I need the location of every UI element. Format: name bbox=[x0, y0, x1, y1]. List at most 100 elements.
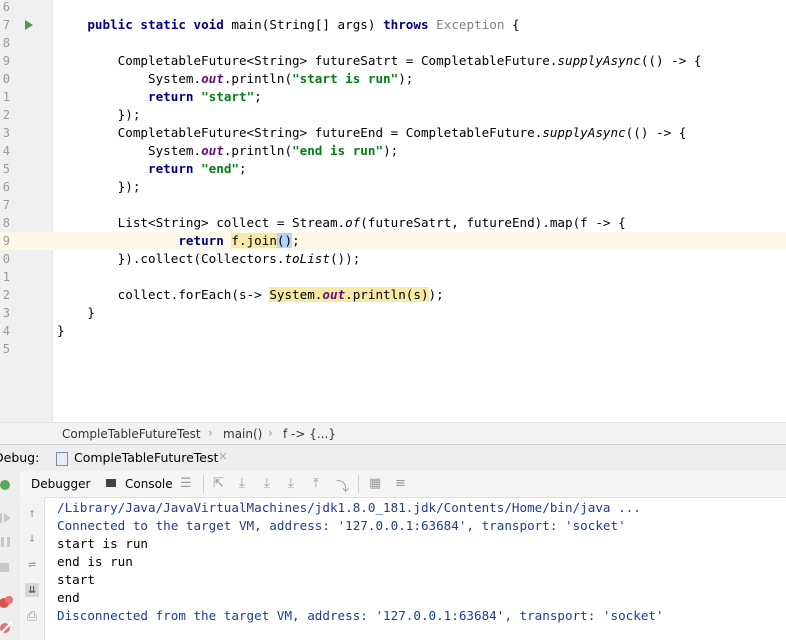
debug-label: Debug: bbox=[0, 450, 40, 465]
console-line: end bbox=[57, 590, 80, 605]
code-line[interactable]: 6 bbox=[0, 0, 786, 16]
code-text: return f.join(); bbox=[178, 233, 300, 248]
code-line[interactable]: 5 bbox=[0, 340, 786, 358]
run-gutter-icon[interactable] bbox=[25, 20, 33, 30]
pause-icon[interactable] bbox=[0, 535, 14, 549]
mute-icon[interactable] bbox=[0, 621, 14, 635]
close-icon[interactable]: × bbox=[218, 449, 228, 463]
code-line[interactable]: 4} bbox=[0, 322, 786, 340]
code-text: CompletableFuture<String> futureEnd = Co… bbox=[57, 125, 687, 140]
code-text: } bbox=[57, 305, 95, 320]
tab-debugger[interactable]: Debugger bbox=[31, 477, 90, 491]
line-number: 6 bbox=[2, 0, 10, 14]
step-into-icon[interactable]: ⤓ bbox=[264, 476, 270, 491]
debug-session-tab[interactable]: CompleTableFutureTest × bbox=[52, 445, 242, 471]
bug-icon[interactable] bbox=[0, 477, 14, 491]
code-line[interactable]: 3 CompletableFuture<String> futureEnd = … bbox=[0, 124, 786, 142]
code-text: System.out.println("start is run"); bbox=[57, 71, 414, 86]
line-number: 9 bbox=[2, 234, 10, 248]
step-over-icon[interactable]: ⤓ bbox=[239, 476, 245, 491]
evaluate-expression-icon[interactable]: ▦ bbox=[369, 476, 381, 491]
run-to-cursor-icon[interactable]: ⤵ bbox=[336, 476, 349, 495]
code-text: List<String> collect = Stream.of(futureS… bbox=[57, 215, 626, 230]
code-line[interactable]: 1 return "start"; bbox=[0, 88, 786, 106]
menu-icon[interactable]: ☰ bbox=[180, 476, 192, 491]
code-text: }).collect(Collectors.toList()); bbox=[57, 251, 361, 266]
line-number: 0 bbox=[2, 252, 10, 266]
debug-left-toolbar bbox=[0, 471, 21, 640]
line-number: 5 bbox=[2, 342, 10, 356]
console-line: Connected to the target VM, address: '12… bbox=[57, 518, 626, 533]
resume-icon[interactable] bbox=[0, 511, 14, 525]
console-line: Disconnected from the target VM, address… bbox=[57, 608, 664, 623]
code-line[interactable]: 4 System.out.println("end is run"); bbox=[0, 142, 786, 160]
code-line[interactable]: 7 bbox=[0, 196, 786, 214]
scroll-to-end-icon[interactable]: ⇊ bbox=[25, 583, 39, 597]
line-number: 2 bbox=[2, 288, 10, 302]
breadcrumb-method[interactable]: main() bbox=[223, 427, 262, 441]
line-number: 5 bbox=[2, 162, 10, 176]
line-number: 1 bbox=[2, 270, 10, 284]
code-text: public static void main(String[] args) t… bbox=[87, 17, 520, 32]
line-number: 7 bbox=[2, 18, 10, 32]
step-out-icon[interactable]: ⤒ bbox=[313, 476, 319, 491]
arrow-down-icon[interactable]: ↓ bbox=[25, 532, 39, 546]
debug-session-tab-label: CompleTableFutureTest bbox=[74, 450, 219, 465]
stop-icon[interactable] bbox=[0, 561, 14, 575]
tab-console[interactable]: Console bbox=[125, 477, 173, 491]
force-step-into-icon[interactable]: ⤓ bbox=[288, 476, 294, 491]
code-line[interactable]: 7 public static void main(String[] args)… bbox=[0, 16, 786, 34]
line-number: 3 bbox=[2, 306, 10, 320]
code-line[interactable]: 1 bbox=[0, 268, 786, 286]
line-number: 8 bbox=[2, 36, 10, 50]
code-line[interactable]: 6 }); bbox=[0, 178, 786, 196]
code-text: System.out.println("end is run"); bbox=[57, 143, 399, 158]
code-text: collect.forEach(s-> System.out.println(s… bbox=[57, 287, 444, 302]
line-number: 7 bbox=[2, 198, 10, 212]
breadcrumb-class[interactable]: CompleTableFutureTest bbox=[62, 427, 201, 441]
breadcrumb-lambda[interactable]: f -> {...} bbox=[283, 427, 336, 441]
code-editor[interactable]: 6 7 public static void main(String[] args… bbox=[0, 0, 786, 422]
code-line[interactable]: 2 }); bbox=[0, 106, 786, 124]
line-number: 1 bbox=[2, 90, 10, 104]
breakpoints-icon[interactable] bbox=[0, 595, 14, 609]
soft-wrap-icon[interactable]: ⇌ bbox=[25, 558, 39, 572]
console-line: start is run bbox=[57, 536, 148, 551]
line-number: 9 bbox=[2, 54, 10, 68]
console-side-toolbar: ↑ ↓ ⇌ ⇊ ⎙ bbox=[20, 497, 45, 640]
line-number: 2 bbox=[2, 108, 10, 122]
code-line[interactable]: 3 } bbox=[0, 304, 786, 322]
debug-toolwindow-header: Debug: CompleTableFutureTest × bbox=[0, 444, 786, 472]
breadcrumb: CompleTableFutureTest › main() › f -> {.… bbox=[0, 422, 786, 445]
line-number: 3 bbox=[2, 126, 10, 140]
code-text: }); bbox=[57, 179, 141, 194]
console-line: start bbox=[57, 572, 95, 587]
code-line[interactable]: 8 List<String> collect = Stream.of(futur… bbox=[0, 214, 786, 232]
code-line[interactable]: 0 }).collect(Collectors.toList()); bbox=[0, 250, 786, 268]
breadcrumb-separator-icon: › bbox=[268, 426, 273, 440]
line-number: 0 bbox=[2, 72, 10, 86]
code-line[interactable]: 9 CompletableFuture<String> futureSatrt … bbox=[0, 52, 786, 70]
debug-tabs-toolbar: Debugger Console ☰ ⇱ ⤓ ⤓ ⤓ ⤒ ⤵ ▦ ≡ bbox=[20, 471, 786, 498]
code-text: }); bbox=[57, 107, 141, 122]
code-line[interactable]: 2 collect.forEach(s-> System.out.println… bbox=[0, 286, 786, 304]
code-text: CompletableFuture<String> futureSatrt = … bbox=[57, 53, 702, 68]
show-execution-point-icon[interactable]: ⇱ bbox=[213, 476, 224, 491]
code-line[interactable]: 9 return f.join(); bbox=[0, 232, 786, 250]
code-line[interactable]: 5 return "end"; bbox=[0, 160, 786, 178]
code-line[interactable]: 8 bbox=[0, 34, 786, 52]
line-number: 4 bbox=[2, 324, 10, 338]
print-icon[interactable]: ⎙ bbox=[25, 610, 39, 624]
line-number: 6 bbox=[2, 180, 10, 194]
trace-icon[interactable]: ≡ bbox=[395, 476, 406, 491]
console-output[interactable]: /Library/Java/JavaVirtualMachines/jdk1.8… bbox=[45, 499, 786, 640]
code-text: return "end"; bbox=[148, 161, 247, 176]
console-tab-icon bbox=[106, 479, 116, 487]
line-number: 4 bbox=[2, 144, 10, 158]
code-line[interactable]: 0 System.out.println("start is run"); bbox=[0, 70, 786, 88]
arrow-up-icon[interactable]: ↑ bbox=[25, 507, 39, 521]
breadcrumb-separator-icon: › bbox=[208, 426, 213, 440]
console-line: /Library/Java/JavaVirtualMachines/jdk1.8… bbox=[57, 500, 641, 515]
code-text: return "start"; bbox=[148, 89, 262, 104]
line-number: 8 bbox=[2, 216, 10, 230]
